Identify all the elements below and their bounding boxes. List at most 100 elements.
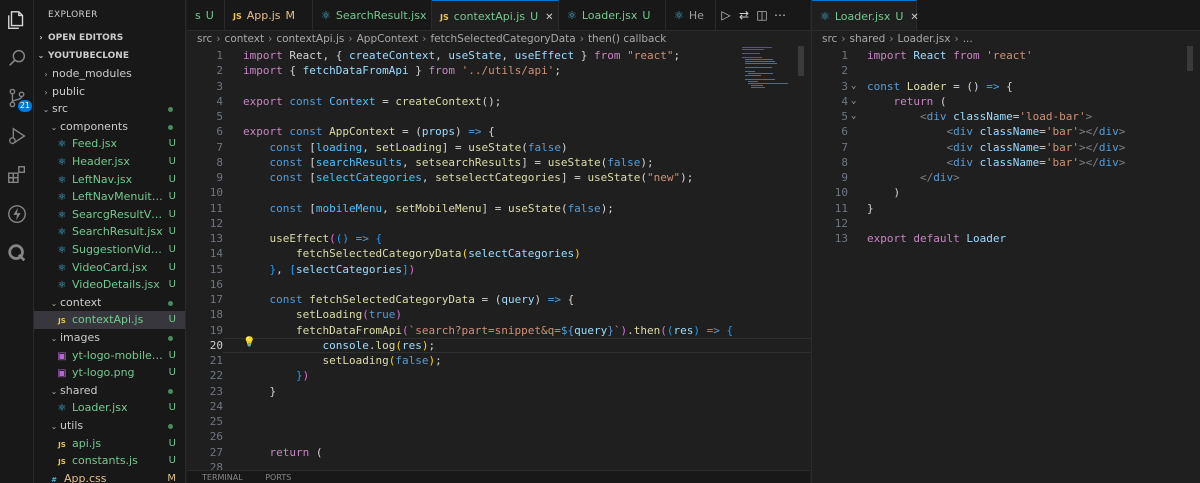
breadcrumb-item[interactable]: shared [850, 33, 886, 45]
editor-tab[interactable]: JS App.js M [225, 0, 313, 30]
tree-item[interactable]: JS contextApi.js U [34, 311, 185, 330]
editor-tab[interactable]: JS contextApi.js U ✕ [432, 0, 559, 30]
git-status-badge: U [168, 244, 176, 255]
editor-tab[interactable]: ⚛ Loader.jsx U ✕ [812, 0, 919, 30]
fold-chevron-icon[interactable]: ⌄ [851, 79, 856, 94]
line-number: 25 [209, 415, 223, 428]
react-file-icon: ⚛ [321, 9, 331, 22]
breadcrumb-item[interactable]: ... [963, 33, 973, 45]
tree-item[interactable]: ⚛ Loader.jsx U [34, 399, 185, 417]
tree-item[interactable]: ▣ yt-logo-mobile.p... U [34, 347, 185, 365]
tree-item[interactable]: ⌄ src [34, 100, 185, 118]
code-editor-right[interactable]: 1 import React from 'react' 2 3 ⌄ const Loade… [812, 46, 1200, 470]
tree-item[interactable]: ⚛ SearchResult.jsx U [34, 223, 185, 241]
tree-item[interactable]: JS constants.js U [34, 452, 185, 470]
breadcrumb-item[interactable]: src [197, 33, 212, 45]
split-editor-icon[interactable]: ◫ [753, 0, 771, 31]
tree-item-label: context [60, 295, 102, 309]
files-icon[interactable] [5, 8, 29, 32]
line-number: 4 [216, 94, 223, 108]
project-section[interactable]: ⌄ YOUTUBECLONE [34, 47, 185, 64]
more-actions-icon[interactable]: ⋯ [771, 0, 789, 31]
editor-tab[interactable]: ⚛ Loader.jsx U [559, 0, 666, 30]
chevron-down-icon: ⌄ [42, 105, 50, 115]
fold-chevron-icon[interactable]: ⌄ [851, 109, 856, 124]
git-status-badge: U [168, 191, 176, 203]
chevron-right-icon: › [579, 33, 584, 45]
breadcrumb-item[interactable]: src [822, 33, 837, 45]
tree-item-label: Loader.jsx [72, 401, 128, 415]
panel-tab-terminal[interactable]: TERMINAL [202, 473, 243, 482]
tree-item[interactable]: # App.css M [34, 470, 185, 483]
tab-status-badge: U [205, 9, 214, 22]
tree-item[interactable]: ⚛ VideoCard.jsx U [34, 259, 185, 277]
tree-item[interactable]: JS api.js U [34, 435, 185, 453]
tree-item-label: public [52, 84, 86, 98]
breadcrumb-item[interactable]: fetchSelectedCategoryData [430, 33, 575, 45]
thunder-client-icon[interactable] [5, 202, 29, 226]
quokka-icon[interactable] [5, 241, 29, 265]
breadcrumb-item[interactable]: contextApi.js [276, 33, 344, 45]
react-file-icon: ⚛ [57, 403, 67, 415]
chevron-right-icon: › [44, 87, 48, 97]
tree-item[interactable]: ⌄ images [34, 329, 185, 347]
react-file-icon: ⚛ [57, 245, 67, 256]
scrollbar-right[interactable] [1187, 46, 1193, 71]
tree-item[interactable]: ⚛ Header.jsx U [34, 153, 185, 171]
tree-item[interactable]: ▣ yt-logo.png U [34, 364, 185, 382]
editor-actions: ▷ ⇄ ◫ ⋯ [717, 0, 789, 31]
status-dot [168, 107, 173, 113]
editor-tab[interactable]: ⚛ He [666, 0, 716, 30]
breadcrumb-item[interactable]: AppContext [357, 33, 419, 45]
tree-item[interactable]: › public [34, 83, 185, 101]
search-icon[interactable] [5, 46, 29, 70]
tree-item[interactable]: ⌄ context [34, 294, 185, 312]
tree-item[interactable]: ⚛ SearcgResultVide... U [34, 206, 185, 224]
compare-icon[interactable]: ⇄ [735, 0, 753, 31]
tree-item[interactable]: ⚛ LeftNav.jsx U [34, 171, 185, 189]
react-file-icon: ⚛ [57, 280, 67, 292]
tree-item[interactable]: › node_modules [34, 65, 185, 83]
run-icon[interactable]: ▷ [717, 0, 735, 31]
tree-item-label: VideoDetails.jsx [72, 278, 160, 292]
tree-item[interactable]: ⚛ SuggestionVideo... U [34, 241, 185, 259]
tab-label: App.js [246, 9, 281, 22]
editor-tab[interactable]: sU [187, 0, 225, 30]
breadcrumb: src › context › contextApi.js › AppContext › fet… [187, 31, 666, 47]
line-number: 5 [216, 110, 223, 123]
panel-tab-ports[interactable]: PORTS [265, 473, 291, 482]
lightbulb-icon[interactable]: 💡 [243, 337, 255, 348]
chevron-right-icon: › [889, 33, 894, 45]
editor-tab[interactable]: ⚛SearchResult.jsxU [313, 0, 440, 30]
line-number: 7 [841, 140, 848, 154]
code-editor-left[interactable]: 1 import React, { createContext, useState… [187, 46, 813, 474]
minimap[interactable] [742, 46, 800, 106]
tree-item[interactable]: ⌄ utils [34, 417, 185, 435]
editor-group-left: sUJSApp.jsM⚛SearchResult.jsxUJScontextAp… [187, 0, 813, 483]
tree-item[interactable]: ⚛ LeftNavMenuite... U [34, 188, 185, 206]
react-file-icon: ⚛ [567, 9, 577, 22]
open-editors-label: OPEN EDITORS [48, 33, 124, 43]
source-control-icon[interactable]: 21 [5, 86, 32, 112]
breadcrumb-item[interactable]: context [225, 33, 265, 45]
breadcrumb-item[interactable]: Loader.jsx [898, 33, 951, 45]
open-editors-section[interactable]: › OPEN EDITORS [34, 29, 185, 46]
git-status-badge: U [168, 402, 176, 414]
run-debug-icon[interactable] [5, 124, 29, 148]
tree-item[interactable]: ⌄ components [34, 118, 185, 136]
tree-item-label: shared [60, 383, 98, 397]
tab-status-badge: U [895, 10, 904, 23]
tree-item-label: node_modules [52, 67, 132, 80]
tree-item[interactable]: ⚛ Feed.jsx U [34, 135, 185, 153]
breadcrumb-item[interactable]: then() callback [588, 33, 666, 45]
close-icon[interactable]: ✕ [545, 12, 553, 23]
tree-item[interactable]: ⚛ VideoDetails.jsx U [34, 276, 185, 294]
extensions-icon[interactable] [5, 163, 29, 187]
react-file-icon: ⚛ [674, 9, 684, 22]
tree-item[interactable]: ⌄ shared [34, 382, 185, 400]
fold-chevron-icon[interactable]: ⌄ [851, 94, 856, 109]
close-icon[interactable]: ✕ [910, 12, 918, 23]
chevron-right-icon: › [841, 33, 846, 45]
scrollbar[interactable] [798, 46, 804, 76]
tab-label: contextApi.js [453, 10, 526, 23]
